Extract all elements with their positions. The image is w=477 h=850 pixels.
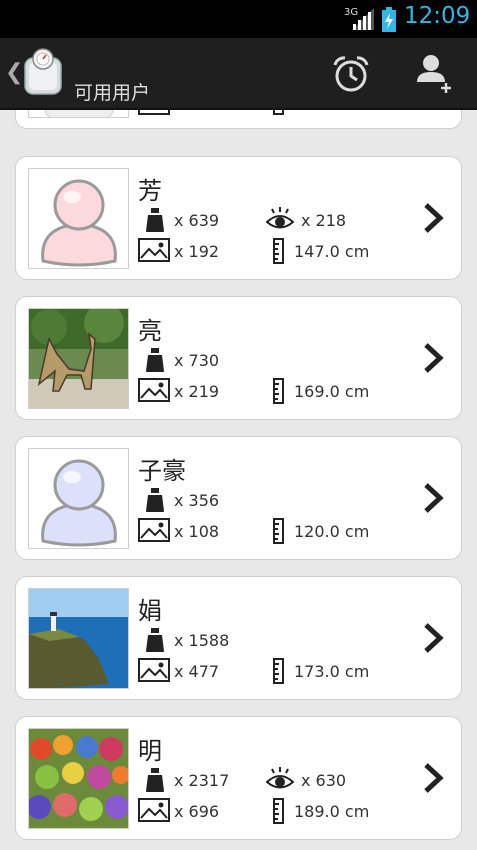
user-name: 娟: [138, 597, 162, 625]
height-stat: 189.0 cm: [273, 798, 403, 824]
status-bar: 3G 12:09: [0, 0, 477, 38]
weight-count: x 356: [174, 491, 220, 510]
weight-stat: x 639: [144, 207, 244, 233]
eye-icon: [266, 767, 294, 789]
ruler-icon: [273, 798, 284, 824]
action-bar: ❮ 可用用户: [0, 38, 477, 110]
views-stat: x 218: [266, 207, 386, 233]
user-card-partial[interactable]: [15, 110, 462, 129]
height-value: 169.0 cm: [294, 382, 370, 401]
picture-icon: [138, 798, 170, 822]
photos-stat: x 477: [138, 658, 248, 684]
clock: 12:09: [404, 3, 471, 29]
height-stat: 169.0 cm: [273, 378, 403, 404]
weight-count: x 2317: [174, 771, 230, 790]
user-card[interactable]: 子豪 x 356 x 108 120.0 cm: [15, 436, 462, 560]
user-photo: [28, 110, 129, 118]
views-stat: x 630: [266, 767, 386, 793]
user-name: 亮: [138, 317, 162, 345]
photos-count: x 477: [174, 662, 220, 681]
picture-icon: [138, 110, 170, 115]
chevron-right-icon[interactable]: [421, 342, 445, 374]
user-card[interactable]: 娟 x 1588 x 477 173.0 cm: [15, 576, 462, 700]
views-count: x 630: [301, 771, 347, 790]
picture-icon: [138, 518, 170, 542]
picture-icon: [138, 238, 170, 262]
ruler-icon: [273, 518, 284, 544]
eye-icon: [266, 207, 294, 229]
user-photo: [28, 308, 129, 409]
user-card[interactable]: 芳 x 639 x 218 x 192 147.0 cm: [15, 156, 462, 280]
user-photo: [28, 448, 129, 549]
user-photo: [28, 728, 129, 829]
weight-stat: x 730: [144, 347, 244, 373]
weight-stat: x 356: [144, 487, 244, 513]
height-value: 173.0 cm: [294, 662, 370, 681]
weight-count: x 730: [174, 351, 220, 370]
user-photo: [28, 588, 129, 689]
height-stat: 120.0 cm: [273, 518, 403, 544]
chevron-right-icon[interactable]: [421, 482, 445, 514]
weight-icon: [146, 628, 164, 652]
height-stat: 173.0 cm: [273, 658, 403, 684]
photos-count: x 219: [174, 382, 220, 401]
weight-icon: [146, 768, 164, 792]
weight-icon: [146, 208, 164, 232]
views-count: x 218: [301, 211, 347, 230]
photos-stat: x 192: [138, 238, 248, 264]
ruler-icon: [273, 658, 284, 684]
user-card[interactable]: 明 x 2317 x 630 x 696 189.0 cm: [15, 716, 462, 840]
chevron-right-icon[interactable]: [421, 622, 445, 654]
picture-icon: [138, 658, 170, 682]
ruler-icon: [273, 378, 284, 404]
chevron-left-icon: ❮: [5, 60, 24, 85]
height-value: 120.0 cm: [294, 522, 370, 541]
photos-stat: x 219: [138, 378, 248, 404]
user-list[interactable]: 芳 x 639 x 218 x 192 147.0 cm 亮 x 730 x 219 169.0…: [0, 110, 477, 850]
height-stat: 147.0 cm: [273, 238, 403, 264]
add-user-icon[interactable]: [413, 52, 455, 94]
weight-count: x 639: [174, 211, 220, 230]
weight-icon: [146, 348, 164, 372]
photos-count: x 192: [174, 242, 220, 261]
ruler-icon: [273, 110, 284, 115]
weight-stat: x 2317: [144, 767, 244, 793]
photos-stat: x 108: [138, 518, 248, 544]
photos-stat: x 696: [138, 798, 248, 824]
height-value: 189.0 cm: [294, 802, 370, 821]
user-card[interactable]: 亮 x 730 x 219 169.0 cm: [15, 296, 462, 420]
scale-app-icon: [24, 48, 62, 95]
weight-stat: x 1588: [144, 627, 244, 653]
user-name: 子豪: [138, 457, 186, 485]
ruler-icon: [273, 238, 284, 264]
chevron-right-icon[interactable]: [421, 762, 445, 794]
height-value: 147.0 cm: [294, 242, 370, 261]
page-title: 可用用户: [74, 82, 151, 104]
user-name: 芳: [138, 177, 162, 205]
user-name: 明: [138, 737, 162, 765]
weight-count: x 1588: [174, 631, 230, 650]
alarm-clock-icon[interactable]: [331, 55, 371, 93]
picture-icon: [138, 378, 170, 402]
photos-count: x 108: [174, 522, 220, 541]
weight-icon: [146, 488, 164, 512]
photos-count: x 696: [174, 802, 220, 821]
user-photo: [28, 168, 129, 269]
battery-charging-icon: [382, 7, 396, 32]
signal-icon: [352, 8, 374, 30]
chevron-right-icon[interactable]: [421, 202, 445, 234]
